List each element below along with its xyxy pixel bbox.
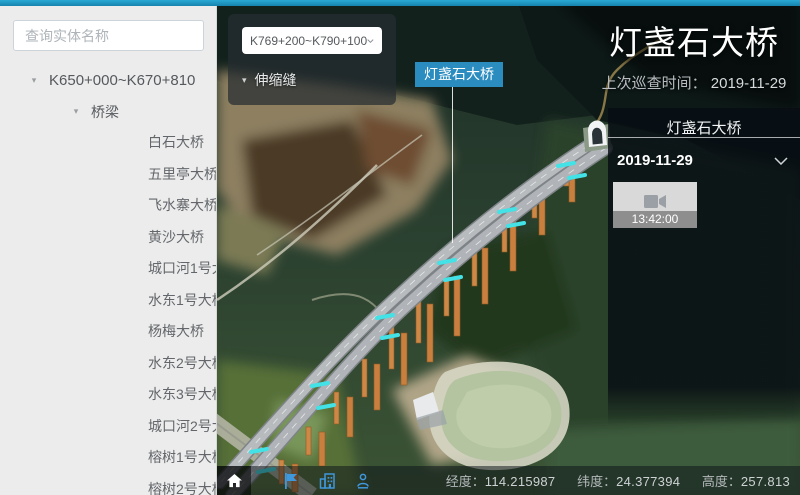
bridge-map-label[interactable]: 灯盏石大桥 (415, 62, 503, 87)
bridge-inspection-app: ▾ K650+000~K670+810 ▾ 桥梁 白石大桥五里亭大桥飞水寨大桥黄… (0, 0, 800, 495)
inspection-date: 2019-11-29 (617, 152, 693, 169)
person-pin-button[interactable] (345, 466, 381, 495)
person-pin-icon (356, 473, 370, 489)
entity-tree: ▾ K650+000~K670+810 ▾ 桥梁 白石大桥五里亭大桥飞水寨大桥黄… (0, 65, 216, 495)
bridge-list-item[interactable]: 白石大桥 (0, 127, 216, 159)
tree-node-label: K650+000~K670+810 (49, 72, 195, 89)
longitude-value: 114.215987 (485, 474, 556, 489)
bridge-list-item[interactable]: 榕树2号大桥 (0, 474, 216, 495)
map-3d-view[interactable]: K769+200~K790+100 ▾ 伸缩缝 灯盏石大桥 灯盏石大桥 上次巡查… (217, 0, 800, 495)
building-icon (319, 473, 336, 489)
longitude-label: 经度： (446, 474, 485, 489)
collapse-arrow-icon[interactable]: ▾ (242, 75, 247, 86)
flag-icon (284, 473, 298, 489)
last-patrol-line: 上次巡查时间： 2019-11-29 (596, 72, 792, 93)
bridge-list: 白石大桥五里亭大桥飞水寨大桥黄沙大桥城口河1号大桥水东1号大桥杨梅大桥水东2号大… (0, 127, 216, 495)
layer-toggle-row[interactable]: ▾ 伸缩缝 (242, 70, 382, 90)
segment-select[interactable]: K769+200~K790+100 (242, 27, 382, 54)
collapse-arrow-icon[interactable]: ▾ (70, 106, 82, 117)
bridge-list-item[interactable]: 榕树1号大桥 (0, 442, 216, 474)
sidebar: ▾ K650+000~K670+810 ▾ 桥梁 白石大桥五里亭大桥飞水寨大桥黄… (0, 6, 217, 495)
tree-node-bridges[interactable]: ▾ 桥梁 (0, 96, 216, 127)
top-accent-bar (0, 0, 800, 6)
latitude-value: 24.377394 (616, 474, 680, 489)
search-input[interactable] (13, 20, 204, 51)
layer-label: 伸缩缝 (255, 70, 297, 90)
last-patrol-label: 上次巡查时间： (602, 75, 707, 92)
inspection-date-row[interactable]: 2019-11-29 (608, 138, 800, 169)
status-bar: 经度：114.215987 纬度：24.377394 高度：257.813 (217, 466, 800, 495)
video-timestamp: 13:42:00 (613, 211, 697, 228)
altitude-value: 257.813 (741, 474, 790, 489)
tree-node-label: 桥梁 (91, 102, 119, 122)
bridge-list-item[interactable]: 杨梅大桥 (0, 316, 216, 348)
bridge-list-item[interactable]: 黄沙大桥 (0, 222, 216, 254)
tree-node-segment[interactable]: ▾ K650+000~K670+810 (0, 65, 216, 96)
home-icon (227, 474, 242, 488)
chevron-down-icon (367, 38, 374, 44)
inspection-panel-title: 灯盏石大桥 (608, 108, 800, 137)
collapse-arrow-icon[interactable]: ▾ (28, 75, 40, 86)
last-patrol-date: 2019-11-29 (711, 75, 787, 92)
bridge-list-item[interactable]: 城口河2号大桥 (0, 411, 216, 443)
video-camera-icon (644, 194, 667, 209)
inspection-video-thumbnail[interactable]: 13:42:00 (613, 182, 697, 228)
bridge-list-item[interactable]: 五里亭大桥 (0, 159, 216, 191)
home-view-button[interactable] (217, 466, 251, 495)
bridge-list-item[interactable]: 飞水寨大桥 (0, 190, 216, 222)
search-wrap (0, 6, 216, 51)
altitude-label: 高度： (702, 474, 741, 489)
facility-button[interactable] (309, 466, 345, 495)
joint-overlay-panel: K769+200~K790+100 ▾ 伸缩缝 (228, 14, 396, 105)
bridge-title: 灯盏石大桥 (596, 16, 792, 64)
bridge-list-item[interactable]: 水东1号大桥 (0, 285, 216, 317)
label-leader-line (452, 87, 453, 243)
bridge-list-item[interactable]: 水东2号大桥 (0, 348, 216, 380)
hero-block: 灯盏石大桥 上次巡查时间： 2019-11-29 (596, 16, 792, 93)
inspection-panel: 灯盏石大桥 2019-11-29 13:42:00 (608, 108, 800, 425)
latitude-label: 纬度： (577, 474, 616, 489)
flag-button[interactable] (273, 466, 309, 495)
bridge-list-item[interactable]: 城口河1号大桥 (0, 253, 216, 285)
bridge-list-item[interactable]: 水东3号大桥 (0, 379, 216, 411)
segment-select-value: K769+200~K790+100 (250, 34, 367, 48)
camera-coordinates: 经度：114.215987 纬度：24.377394 高度：257.813 (428, 471, 800, 490)
chevron-down-icon[interactable] (774, 157, 788, 165)
